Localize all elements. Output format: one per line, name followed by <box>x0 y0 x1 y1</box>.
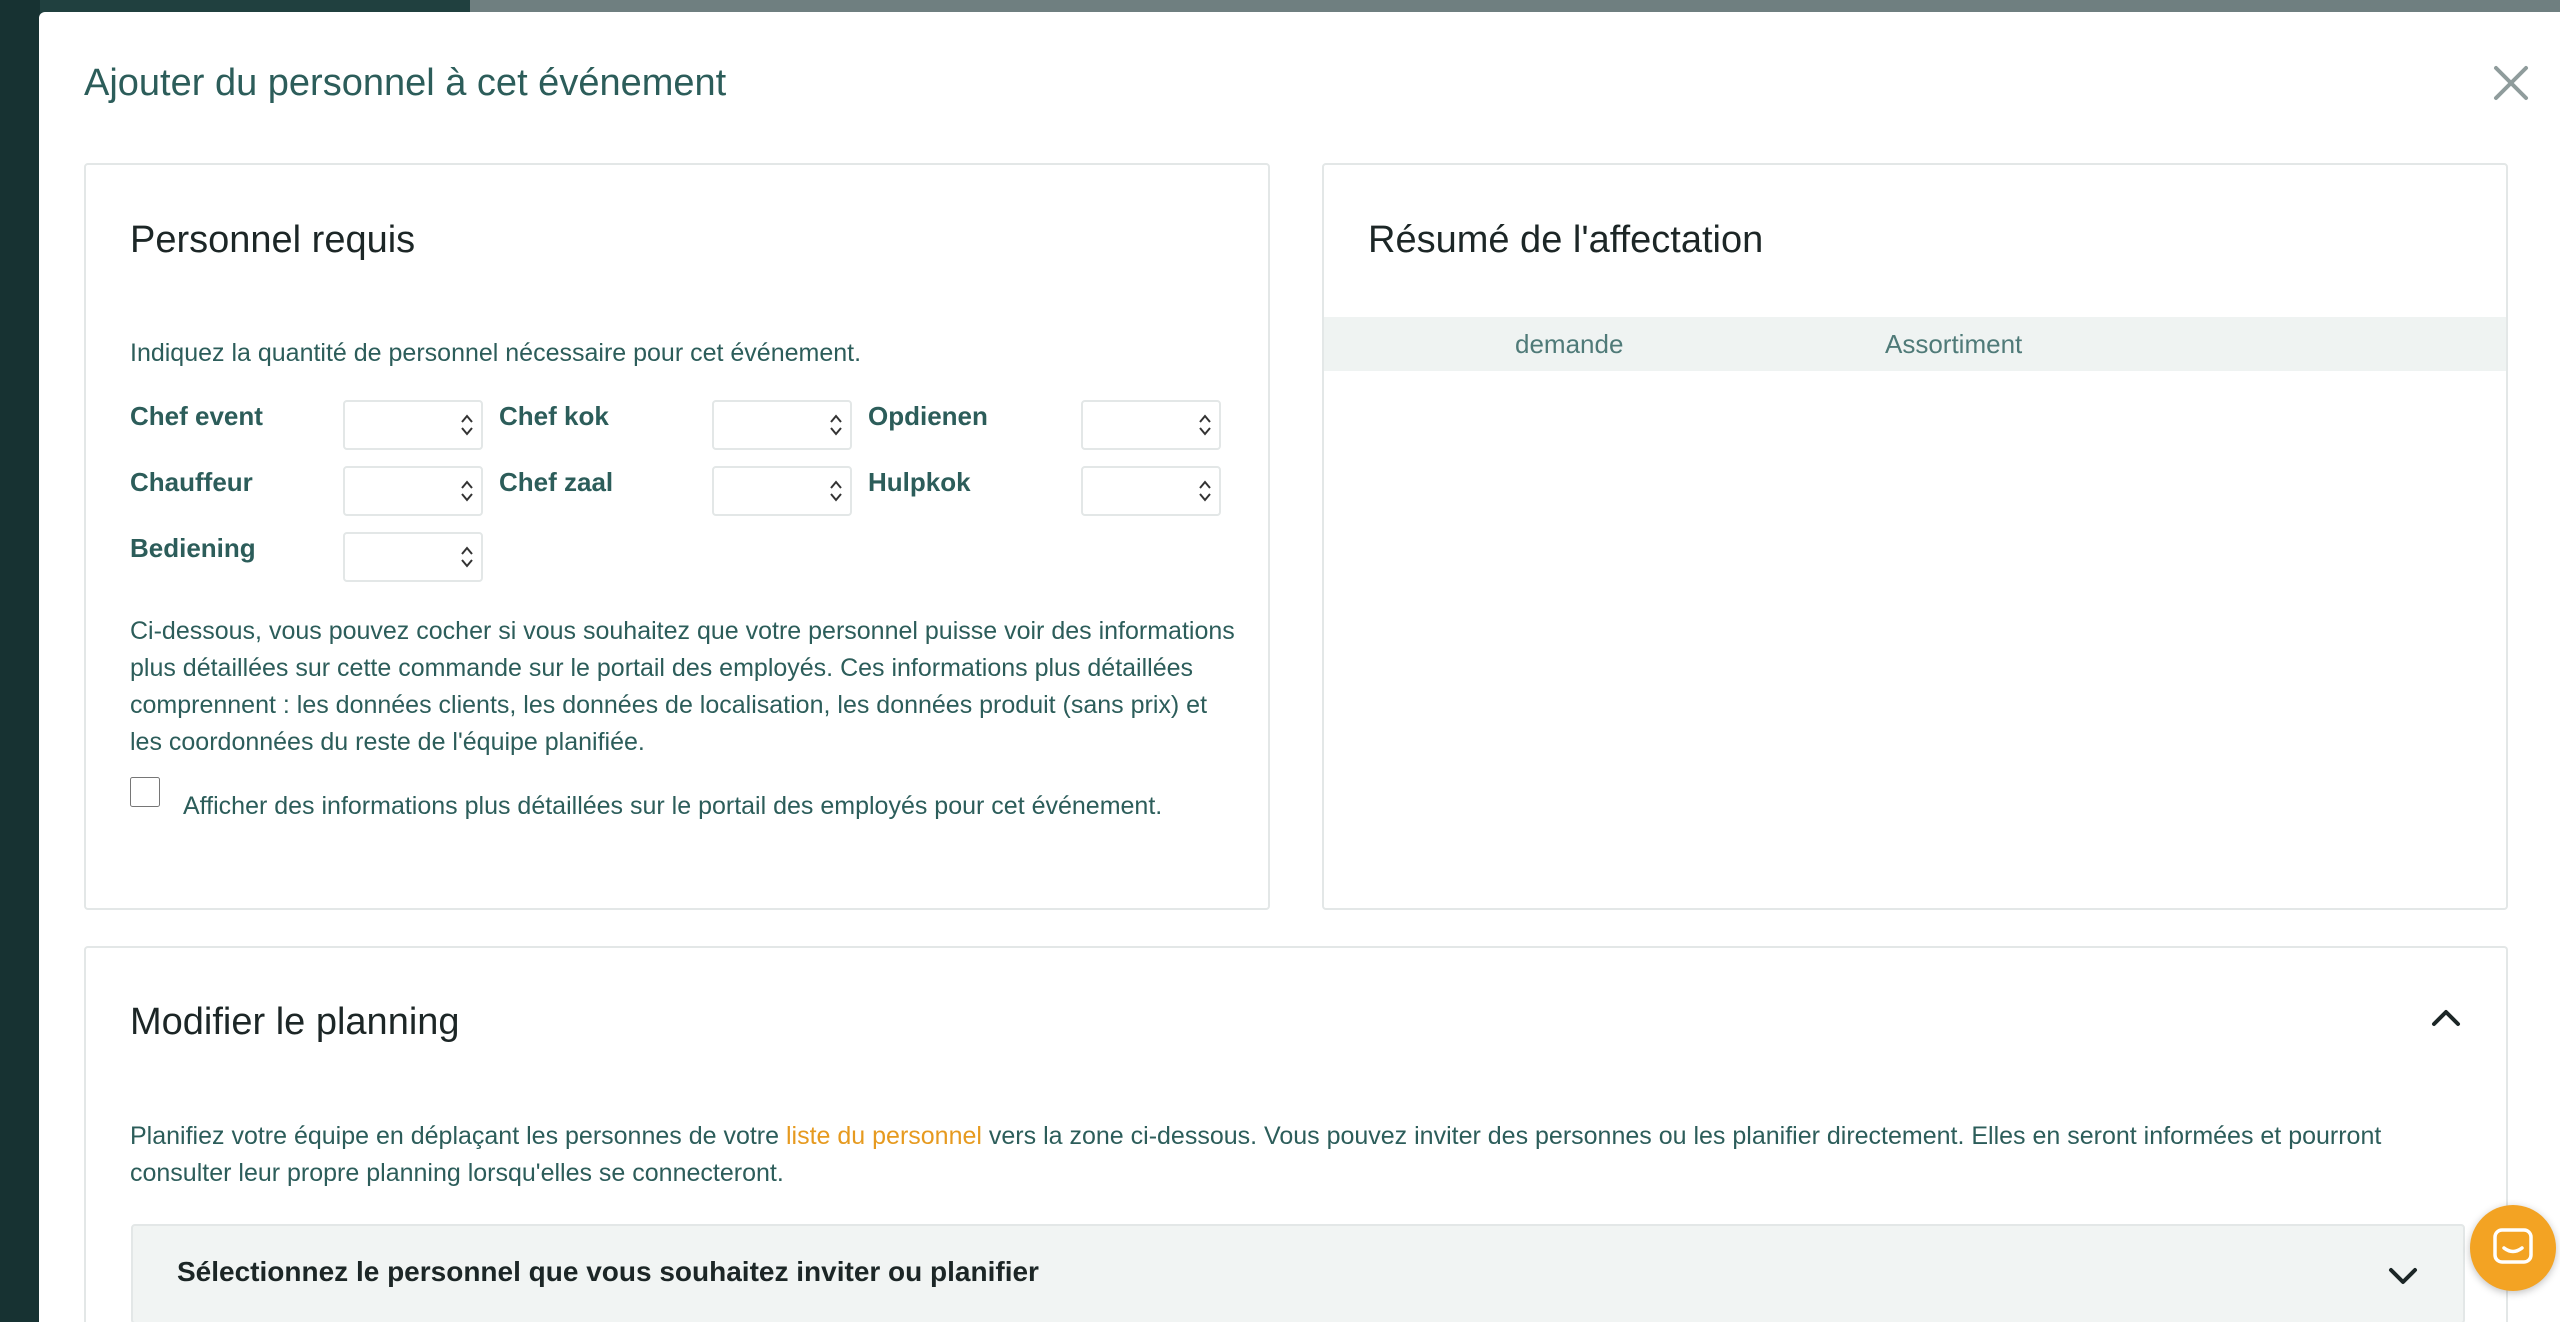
close-icon <box>2494 66 2528 100</box>
detail-info-checkbox-label: Afficher des informations plus détaillée… <box>183 792 1163 820</box>
chat-icon <box>2493 1228 2533 1264</box>
planning-text-before: Planifiez votre équipe en déplaçant les … <box>130 1122 786 1150</box>
summary-column-assortiment: Assortiment <box>1885 329 2023 359</box>
add-staff-modal: Ajouter du personnel à cet événement Per… <box>39 12 2560 1322</box>
role-input-opdienen[interactable] <box>1081 400 1221 450</box>
role-input-chef-zaal[interactable] <box>712 466 852 516</box>
summary-column-demande: demande <box>1515 329 1624 359</box>
background-sidebar <box>0 0 40 1322</box>
staff-select-label: Sélectionnez le personnel que vous souha… <box>177 1256 1039 1287</box>
modal-title: Ajouter du personnel à cet événement <box>84 62 727 104</box>
summary-table-header: demande Assortiment <box>1324 317 2506 371</box>
chevron-down-icon <box>2389 1268 2417 1284</box>
role-input-bediening[interactable] <box>343 532 483 582</box>
role-label-chef-kok: Chef kok <box>499 401 609 431</box>
planning-description: Planifiez votre équipe en déplaçant les … <box>130 1118 2460 1192</box>
role-label-chef-event: Chef event <box>130 401 263 431</box>
chat-button[interactable] <box>2470 1205 2556 1291</box>
staff-list-link[interactable]: liste du personnel <box>786 1122 982 1150</box>
staff-select-dropdown[interactable]: Sélectionnez le personnel que vous souha… <box>131 1224 2465 1322</box>
chevron-up-icon <box>2432 1010 2460 1026</box>
role-label-chauffeur: Chauffeur <box>130 467 253 497</box>
close-button[interactable] <box>2488 60 2534 106</box>
assignment-summary-card: Résumé de l'affectation demande Assortim… <box>1322 163 2508 910</box>
role-label-bediening: Bediening <box>130 533 256 563</box>
required-staff-title: Personnel requis <box>130 219 416 261</box>
role-label-opdienen: Opdienen <box>868 401 988 431</box>
role-label-chef-zaal: Chef zaal <box>499 467 614 497</box>
role-input-chauffeur[interactable] <box>343 466 483 516</box>
role-input-chef-kok[interactable] <box>712 400 852 450</box>
collapse-planning-button[interactable] <box>2426 998 2466 1038</box>
planning-title: Modifier le planning <box>130 1001 460 1043</box>
detail-info-checkbox[interactable] <box>130 777 160 807</box>
detail-info-text: Ci-dessous, vous pouvez cocher si vous s… <box>130 617 1235 756</box>
required-staff-card: Personnel requis Indiquez la quantité de… <box>84 163 1270 910</box>
role-input-chef-event[interactable] <box>343 400 483 450</box>
required-staff-intro: Indiquez la quantité de personnel nécess… <box>130 339 862 367</box>
background-top-bar-dark <box>40 0 470 12</box>
role-label-hulpkok: Hulpkok <box>868 467 971 497</box>
summary-title: Résumé de l'affectation <box>1368 219 1764 261</box>
planning-card: Modifier le planning Planifiez votre équ… <box>84 946 2508 1322</box>
role-input-hulpkok[interactable] <box>1081 466 1221 516</box>
